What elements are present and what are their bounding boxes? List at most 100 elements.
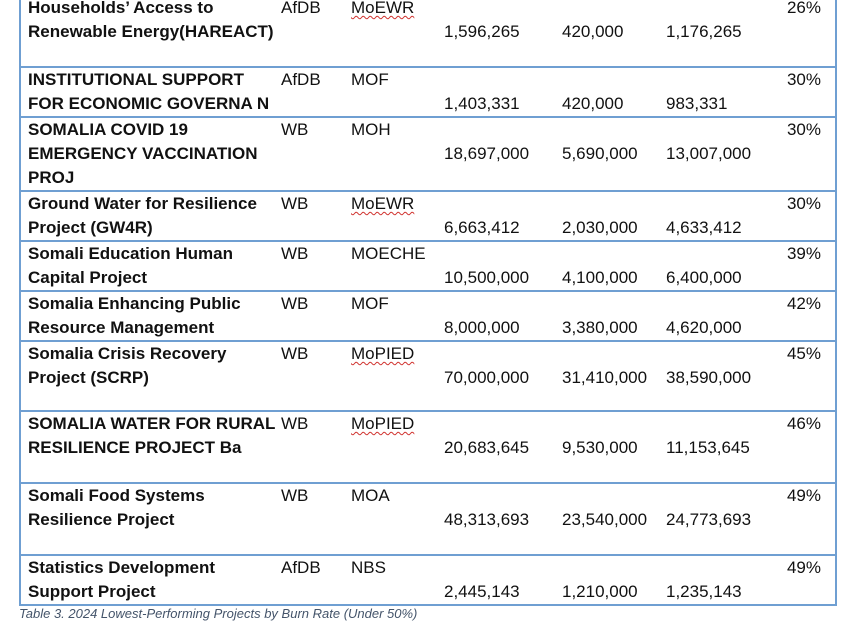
project-name-cell-text: Somali Food Systems Resilience Project <box>28 486 205 529</box>
funder-cell: WB <box>279 410 351 484</box>
funder-cell: WB <box>279 340 351 412</box>
project-name-cell: Statistics Development Support Project <box>19 554 279 606</box>
entity-cell-text: NBS <box>351 558 386 577</box>
project-name-cell: Somalia Enhancing Public Resource Manage… <box>19 290 279 342</box>
project-name-cell-text: Ground Water for Resilience Project (GW4… <box>28 194 257 237</box>
project-name-cell: Households’ Access to Renewable Energy(H… <box>19 0 279 68</box>
burn-rate-cell: 49% <box>778 554 837 606</box>
balance-cell: 1,176,265 <box>666 0 778 68</box>
disbursed-cell-text: 1,210,000 <box>562 582 638 601</box>
entity-cell-text: MoEWR <box>351 0 415 17</box>
funder-cell: AfDB <box>279 0 351 68</box>
burn-rate-cell-text: 45% <box>786 344 821 363</box>
project-name-cell-text: Somalia Crisis Recovery Project (SCRP) <box>28 344 227 387</box>
balance-cell: 13,007,000 <box>666 116 778 192</box>
disbursed-cell: 9,530,000 <box>562 410 666 484</box>
disbursed-cell-text: 4,100,000 <box>562 268 638 287</box>
project-name-cell: Ground Water for Resilience Project (GW4… <box>19 190 279 242</box>
disbursed-cell: 3,380,000 <box>562 290 666 342</box>
funder-cell: WB <box>279 190 351 242</box>
entity-cell-text: MoEWR <box>351 194 415 213</box>
funder-cell: AfDB <box>279 554 351 606</box>
funder-cell: WB <box>279 290 351 342</box>
entity-cell-text: MOF <box>351 294 389 313</box>
disbursed-cell: 5,690,000 <box>562 116 666 192</box>
disbursed-cell: 31,410,000 <box>562 340 666 412</box>
burn-rate-cell: 45% <box>778 340 837 412</box>
balance-cell-text: 983,331 <box>666 94 728 113</box>
funder-cell-text: WB <box>281 120 309 139</box>
balance-cell-text: 13,007,000 <box>666 144 752 163</box>
burn-rate-cell: 46% <box>778 410 837 484</box>
table-row: Somalia Crisis Recovery Project (SCRP) WB… <box>19 340 837 412</box>
balance-cell: 24,773,693 <box>666 482 778 556</box>
entity-cell: MOH <box>351 116 444 192</box>
table-row: Somalia Enhancing Public Resource Manage… <box>19 290 837 342</box>
balance-cell: 38,590,000 <box>666 340 778 412</box>
table-row: Statistics Development Support Project Af… <box>19 554 837 606</box>
table-row: Ground Water for Resilience Project (GW4… <box>19 190 837 242</box>
burn-rate-cell: 26% <box>778 0 837 68</box>
funder-cell-text: AfDB <box>281 70 321 89</box>
burn-rate-cell: 30% <box>778 190 837 242</box>
funder-cell-text: WB <box>281 244 309 263</box>
funder-cell-text: AfDB <box>281 0 321 17</box>
funder-cell: AfDB <box>279 66 351 118</box>
disbursed-cell: 1,210,000 <box>562 554 666 606</box>
burn-rate-cell-text: 49% <box>786 486 821 505</box>
funder-cell: WB <box>279 482 351 556</box>
amount-cell-text: 2,445,143 <box>444 582 520 601</box>
project-name-cell: Somalia Crisis Recovery Project (SCRP) <box>19 340 279 412</box>
amount-cell-text: 70,000,000 <box>444 368 530 387</box>
amount-cell-text: 20,683,645 <box>444 438 530 457</box>
table-row: Somali Food Systems Resilience Project WB… <box>19 482 837 556</box>
amount-cell: 48,313,693 <box>444 482 562 556</box>
amount-cell-text: 18,697,000 <box>444 144 530 163</box>
funder-cell-text: WB <box>281 414 309 433</box>
entity-cell-text: MOECHE <box>351 244 426 263</box>
entity-cell-text: MOH <box>351 120 391 139</box>
entity-cell-text: MOF <box>351 70 389 89</box>
amount-cell-text: 1,596,265 <box>444 22 520 41</box>
project-name-cell-text: SOMALIA WATER FOR RURAL RESILIENCE PROJE… <box>28 414 276 457</box>
funder-cell-text: WB <box>281 486 309 505</box>
amount-cell-text: 8,000,000 <box>444 318 520 337</box>
disbursed-cell-text: 420,000 <box>562 94 624 113</box>
balance-cell-text: 1,235,143 <box>666 582 742 601</box>
entity-cell: MOF <box>351 290 444 342</box>
entity-cell-text: MoPIED <box>351 414 415 433</box>
funder-cell: WB <box>279 240 351 292</box>
burn-rate-cell-text: 26% <box>786 0 821 17</box>
table-row: SOMALIA COVID 19 EMERGENCY VACCINATION P… <box>19 116 837 192</box>
entity-cell: MoEWR <box>351 0 444 68</box>
disbursed-cell-text: 5,690,000 <box>562 144 638 163</box>
entity-cell: MoEWR <box>351 190 444 242</box>
projects-table-wrapper: Households’ Access to Renewable Energy(H… <box>19 0 837 606</box>
disbursed-cell: 23,540,000 <box>562 482 666 556</box>
burn-rate-cell-text: 30% <box>786 70 821 89</box>
burn-rate-cell-text: 39% <box>786 244 821 263</box>
burn-rate-cell: 30% <box>778 66 837 118</box>
table-caption: Table 3. 2024 Lowest-Performing Projects… <box>19 606 418 621</box>
amount-cell-text: 6,663,412 <box>444 218 520 237</box>
balance-cell: 4,620,000 <box>666 290 778 342</box>
balance-cell-text: 4,633,412 <box>666 218 742 237</box>
amount-cell: 70,000,000 <box>444 340 562 412</box>
burn-rate-cell: 39% <box>778 240 837 292</box>
table-row: SOMALIA WATER FOR RURAL RESILIENCE PROJE… <box>19 410 837 484</box>
projects-table: Households’ Access to Renewable Energy(H… <box>19 0 837 606</box>
disbursed-cell: 420,000 <box>562 66 666 118</box>
disbursed-cell-text: 23,540,000 <box>562 510 648 529</box>
balance-cell: 6,400,000 <box>666 240 778 292</box>
project-name-cell: INSTITUTIONAL SUPPORT FOR ECONOMIC GOVER… <box>19 66 279 118</box>
funder-cell: WB <box>279 116 351 192</box>
disbursed-cell-text: 9,530,000 <box>562 438 638 457</box>
project-name-cell-text: SOMALIA COVID 19 EMERGENCY VACCINATION P… <box>28 120 258 187</box>
entity-cell: NBS <box>351 554 444 606</box>
burn-rate-cell-text: 46% <box>786 414 821 433</box>
amount-cell: 20,683,645 <box>444 410 562 484</box>
table-row: INSTITUTIONAL SUPPORT FOR ECONOMIC GOVER… <box>19 66 837 118</box>
disbursed-cell-text: 31,410,000 <box>562 368 648 387</box>
entity-cell-text: MOA <box>351 486 390 505</box>
funder-cell-text: WB <box>281 344 309 363</box>
